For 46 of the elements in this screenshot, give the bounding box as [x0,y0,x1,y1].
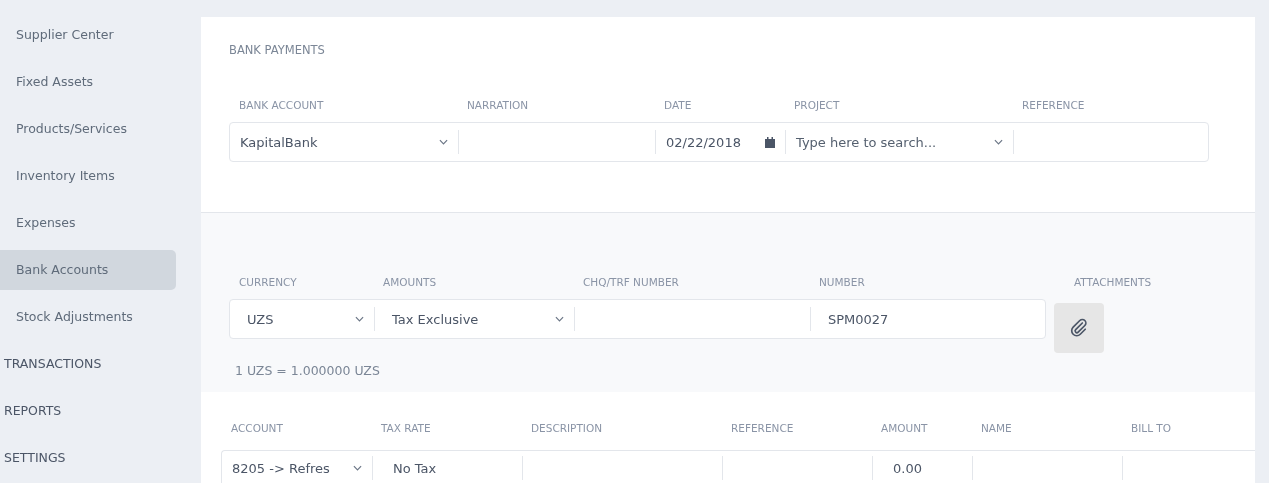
text-field[interactable]: No Tax [372,456,522,480]
column-header: REFERENCE [730,422,795,434]
dropdown-field[interactable]: 8205 -> Refres [222,456,372,480]
dropdown-field[interactable]: UZS [230,307,374,331]
field-label: REFERENCE [1021,99,1086,111]
caret-icon [994,139,1003,145]
sidebar-section[interactable]: TRANSACTIONS [0,344,201,384]
paperclip-icon [1069,318,1089,338]
field-label: AMOUNTS [382,276,438,288]
sidebar-item[interactable]: Expenses [0,203,176,243]
column-header: NAME [980,422,1013,434]
sidebar-item[interactable]: Products/Services [0,109,176,149]
column-header: DESCRIPTION [530,422,604,434]
field-label: CHQ/TRF NUMBER [582,276,680,288]
exchange-rate-text: 1 UZS = 1.000000 UZS [234,363,381,378]
date-field[interactable]: 02/22/2018 [655,130,785,154]
field-label: BANK ACCOUNT [238,99,325,111]
text-field[interactable]: 0.00 [872,456,972,480]
field-label: ATTACHMENTS [1073,276,1152,288]
attach-button[interactable] [1054,303,1104,353]
sidebar-item[interactable]: Supplier Center [0,15,176,55]
sidebar-section[interactable]: REPORTS [0,391,201,431]
column-header: BILL TO [1130,422,1173,434]
calendar-icon [765,136,775,148]
dropdown-field[interactable]: Tax Exclusive [374,307,574,331]
column-header: TAX RATE [380,422,432,434]
sidebar-item[interactable]: Fixed Assets [0,62,176,102]
field-label: PROJECT [793,99,841,111]
field-label: NUMBER [818,276,866,288]
field-label: DATE [663,99,693,111]
page-title: BANK PAYMENTS [229,43,326,59]
sidebar-item[interactable]: Inventory Items [0,156,176,196]
dropdown-field[interactable]: Type here to search... [785,130,1013,154]
caret-icon [353,465,362,471]
dropdown-field[interactable]: KapitalBank [230,130,458,154]
text-field[interactable]: SPM0027 [810,307,1047,331]
caret-icon [555,316,564,322]
field-label: CURRENCY [238,276,298,288]
sidebar-section[interactable]: SETTINGS [0,438,201,478]
field-label: NARRATION [466,99,530,111]
sidebar-item[interactable]: Bank Accounts [0,250,176,290]
sidebar-item[interactable]: Stock Adjustments [0,297,176,337]
caret-icon [439,139,448,145]
caret-icon [355,316,364,322]
column-header: AMOUNT [880,422,929,434]
column-header: ACCOUNT [230,422,284,434]
